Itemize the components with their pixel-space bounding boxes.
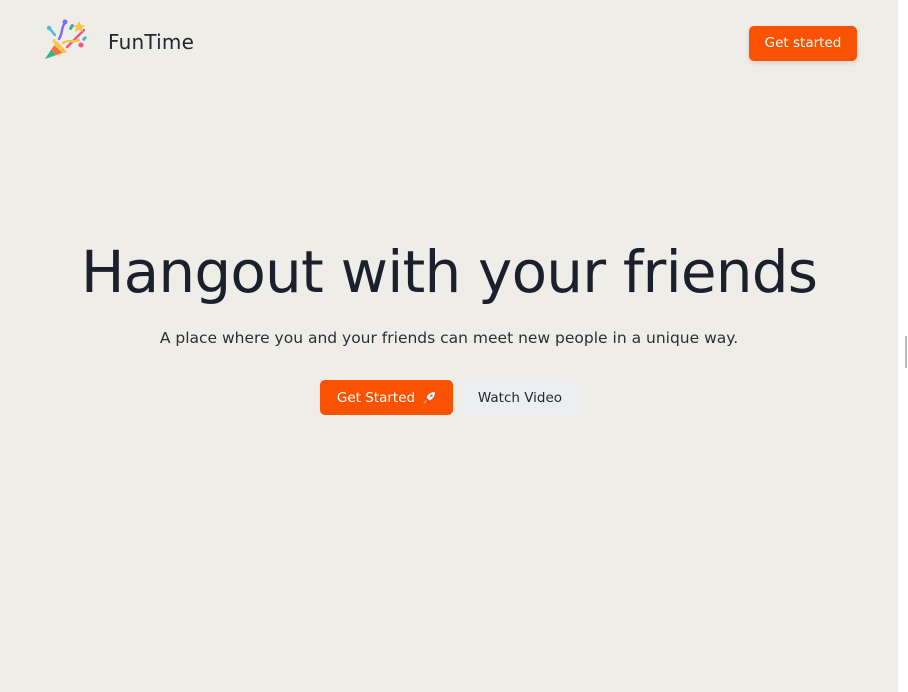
hero-title: Hangout with your friends [80, 238, 818, 306]
landing-page: FunTime Get started Hangout with your fr… [0, 0, 898, 692]
site-header: FunTime Get started [0, 0, 898, 86]
get-started-button[interactable]: Get Started [320, 380, 453, 415]
watch-video-button[interactable]: Watch Video [461, 380, 579, 415]
scrollbar-thumb[interactable] [905, 336, 907, 368]
party-popper-icon[interactable] [43, 19, 89, 63]
get-started-header-button[interactable]: Get started [749, 26, 857, 61]
rocket-icon [422, 391, 436, 405]
hero-actions: Get Started Watch Video [0, 380, 898, 415]
brand-name[interactable]: FunTime [108, 30, 194, 54]
hero-subtitle: A place where you and your friends can m… [159, 329, 739, 347]
get-started-label: Get Started [336, 389, 416, 406]
